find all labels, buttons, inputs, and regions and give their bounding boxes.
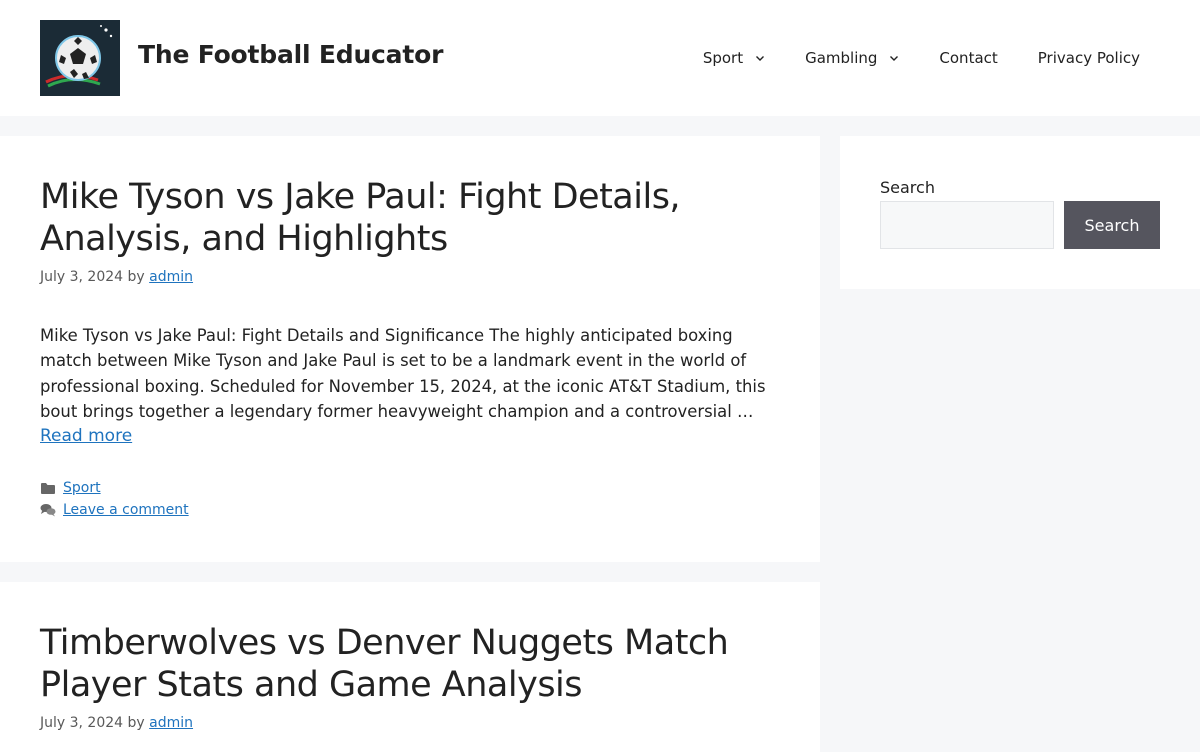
post-card: Mike Tyson vs Jake Paul: Fight Details, …	[0, 136, 820, 562]
main-navigation: Sport Gambling Contact Privacy Policy	[703, 47, 1140, 69]
nav-item-label: Sport	[702, 49, 744, 67]
post-by-label: by	[127, 715, 145, 731]
post-author-link[interactable]: admin	[149, 715, 193, 731]
search-input[interactable]	[880, 201, 1054, 249]
post-card: Timberwolves vs Denver Nuggets Match Pla…	[0, 582, 820, 752]
read-more-link[interactable]: Read more	[40, 426, 132, 446]
chevron-down-icon	[756, 56, 765, 61]
nav-item-label: Gambling	[805, 49, 878, 67]
nav-item-gambling[interactable]: Gambling	[805, 49, 899, 67]
post-title[interactable]: Timberwolves vs Denver Nuggets Match Pla…	[40, 622, 780, 706]
comments-icon	[40, 504, 56, 517]
post-title[interactable]: Mike Tyson vs Jake Paul: Fight Details, …	[40, 176, 780, 260]
soccer-ball-logo-icon[interactable]	[40, 20, 120, 96]
post-categories: Sport	[40, 480, 101, 496]
site-title[interactable]: The Football Educator	[138, 40, 443, 69]
search-button[interactable]: Search	[1064, 201, 1160, 249]
post-comments: Leave a comment	[40, 502, 189, 518]
post-author-link[interactable]: admin	[149, 269, 193, 285]
nav-item-privacy-policy[interactable]: Privacy Policy	[1038, 49, 1140, 67]
post-by-label: by	[127, 269, 145, 285]
chevron-down-icon	[890, 56, 899, 61]
category-link-sport[interactable]: Sport	[63, 480, 101, 496]
site-header: The Football Educator Sport Gambling Con…	[0, 0, 1200, 116]
post-date: July 3, 2024	[40, 715, 124, 731]
nav-item-contact[interactable]: Contact	[939, 49, 997, 67]
post-meta: July 3, 2024 by admin	[40, 269, 193, 285]
nav-item-sport[interactable]: Sport	[703, 49, 765, 67]
search-widget: Search Search	[840, 136, 1200, 289]
nav-item-label: Privacy Policy	[1037, 49, 1140, 67]
post-meta: July 3, 2024 by admin	[40, 715, 193, 731]
folder-icon	[41, 483, 55, 494]
post-excerpt: Mike Tyson vs Jake Paul: Fight Details a…	[40, 326, 766, 422]
search-label: Search	[880, 178, 935, 197]
post-date: July 3, 2024	[40, 269, 124, 285]
leave-comment-link[interactable]: Leave a comment	[63, 502, 189, 518]
nav-item-label: Contact	[939, 49, 998, 67]
